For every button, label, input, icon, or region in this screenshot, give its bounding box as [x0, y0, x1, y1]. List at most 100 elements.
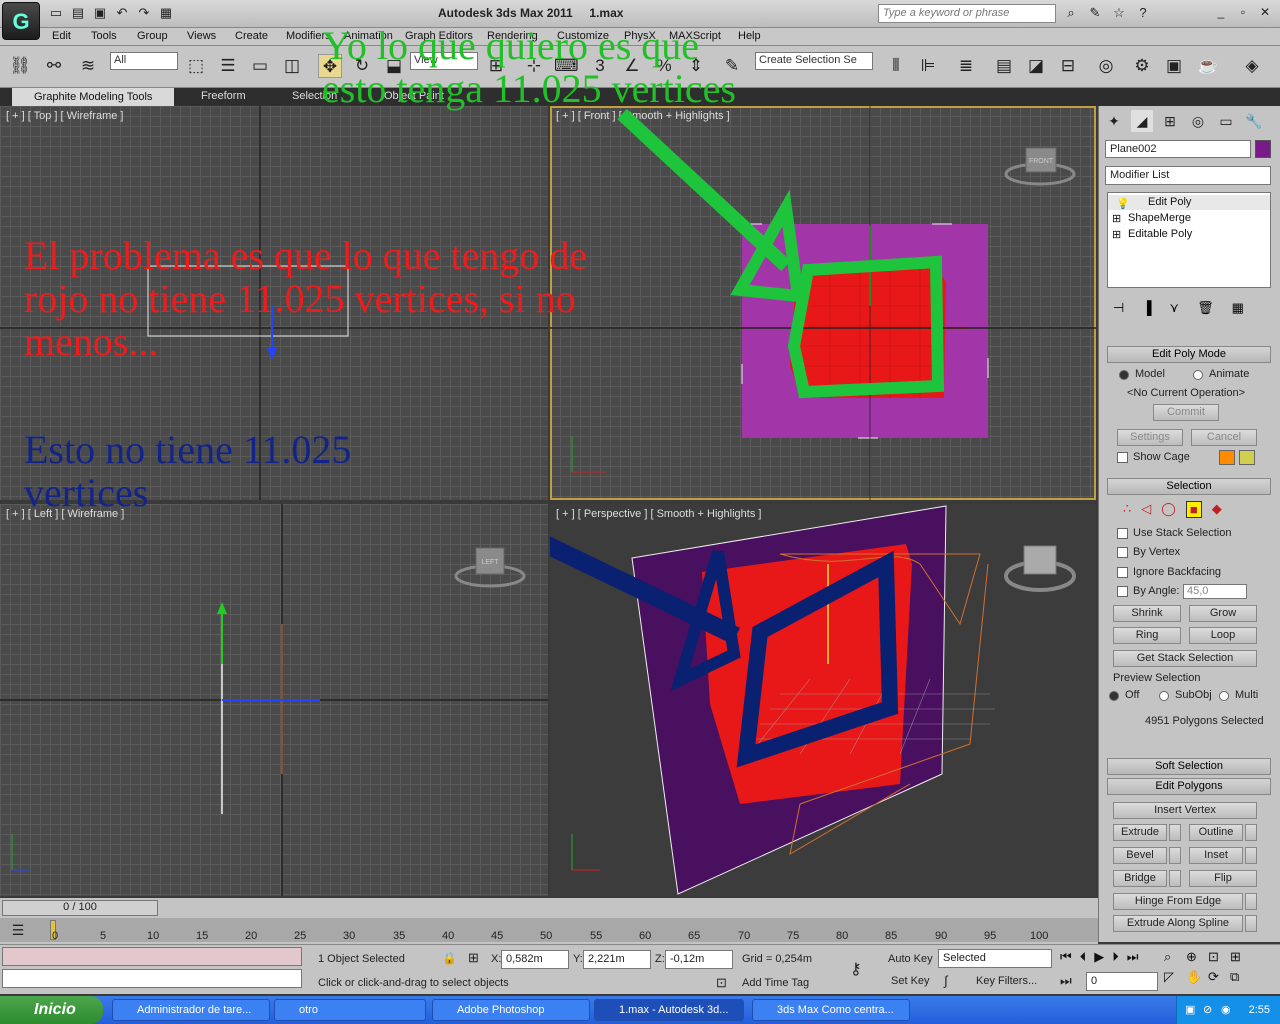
key-mode-dropdown[interactable]: Selected: [938, 949, 1052, 968]
set-key-icon[interactable]: ⚷: [850, 959, 862, 979]
help-icon[interactable]: ?: [1134, 4, 1152, 22]
auto-key-button[interactable]: Auto Key: [888, 953, 933, 965]
extrude-settings-button[interactable]: [1169, 824, 1181, 841]
new-file-icon[interactable]: ▭: [48, 5, 64, 21]
mirror-icon[interactable]: ⫴: [884, 54, 908, 78]
make-unique-icon[interactable]: ⋎: [1170, 300, 1180, 316]
physx-icon[interactable]: ◈: [1240, 54, 1264, 78]
select-object-icon[interactable]: ⬚: [184, 54, 208, 78]
modify-tab-icon[interactable]: ◢: [1131, 110, 1153, 132]
hinge-from-edge-button[interactable]: Hinge From Edge: [1113, 893, 1243, 910]
modifier-list-dropdown[interactable]: Modifier List: [1105, 166, 1271, 185]
rect-selection-icon[interactable]: ▭: [248, 54, 272, 78]
object-color-swatch[interactable]: [1255, 140, 1271, 158]
shrink-button[interactable]: Shrink: [1113, 605, 1181, 622]
soft-selection-rollout[interactable]: Soft Selection: [1107, 758, 1271, 775]
key-tangent-icon[interactable]: ∫: [944, 973, 948, 988]
edge-mode-icon[interactable]: ◁: [1141, 501, 1151, 518]
bind-spacewarp-icon[interactable]: ≋: [76, 54, 100, 78]
selection-rollout[interactable]: Selection: [1107, 478, 1271, 495]
outline-button[interactable]: Outline: [1189, 824, 1243, 841]
viewport-left[interactable]: [ + ] [ Left ] [ Wireframe ] LEFT: [0, 504, 548, 896]
angle-spinner[interactable]: 45,0: [1183, 584, 1247, 599]
redo-icon[interactable]: ↷: [136, 5, 152, 21]
orbit-icon[interactable]: ⟳: [1208, 969, 1230, 985]
preview-subobj-radio[interactable]: [1159, 691, 1169, 701]
settings-button[interactable]: Settings: [1117, 429, 1183, 446]
vertex-mode-icon[interactable]: ∴: [1123, 501, 1131, 518]
show-end-result-icon[interactable]: ▐: [1142, 300, 1151, 316]
flip-button[interactable]: Flip: [1189, 870, 1257, 887]
window-crossing-icon[interactable]: ◫: [280, 54, 304, 78]
track-bar[interactable]: ☰ 0 5 10 15 20 25 30 35 40 45 50 55 60 6…: [0, 918, 1098, 942]
configure-sets-icon[interactable]: ▦: [1232, 300, 1244, 316]
animate-radio[interactable]: [1193, 370, 1203, 380]
x-coordinate-field[interactable]: 0,582m: [501, 950, 569, 969]
close-button[interactable]: ✕: [1256, 4, 1274, 20]
search-input[interactable]: Type a keyword or phrase: [878, 4, 1056, 23]
star-icon[interactable]: ☆: [1110, 4, 1128, 22]
add-time-tag-button[interactable]: Add Time Tag: [742, 977, 809, 989]
lock-selection-icon[interactable]: 🔒: [442, 951, 457, 965]
task-task-manager[interactable]: Administrador de tare...: [112, 999, 270, 1021]
save-icon[interactable]: ▣: [92, 5, 108, 21]
by-vertex-checkbox[interactable]: [1117, 547, 1128, 558]
maxscript-listener-top[interactable]: [2, 947, 302, 966]
stack-item-shapemerge[interactable]: ShapeMerge: [1128, 212, 1191, 224]
network-icon[interactable]: ▣: [1185, 996, 1195, 1024]
show-cage-checkbox[interactable]: [1117, 452, 1128, 463]
bridge-settings-button[interactable]: [1169, 870, 1181, 887]
inset-button[interactable]: Inset: [1189, 847, 1243, 864]
y-coordinate-field[interactable]: 2,221m: [583, 950, 651, 969]
preview-off-radio[interactable]: [1109, 691, 1119, 701]
model-radio[interactable]: [1119, 370, 1129, 380]
viewport-perspective[interactable]: [ + ] [ Perspective ] [ Smooth + Highlig…: [550, 504, 1096, 896]
insert-vertex-button[interactable]: Insert Vertex: [1113, 802, 1257, 819]
task-otro-folder[interactable]: otro: [274, 999, 426, 1021]
stack-expand-icon[interactable]: ⊞: [1112, 228, 1121, 241]
menu-group[interactable]: Group: [137, 30, 168, 42]
bevel-settings-button[interactable]: [1169, 847, 1181, 864]
schematic-view-icon[interactable]: ⊟: [1056, 54, 1080, 78]
play-icon[interactable]: ▶: [1094, 949, 1104, 965]
preview-multi-radio[interactable]: [1219, 691, 1229, 701]
render-production-icon[interactable]: ☕: [1196, 54, 1220, 78]
stack-item-edit-poly[interactable]: Edit Poly: [1148, 196, 1191, 208]
render-setup-icon[interactable]: ⚙: [1130, 54, 1154, 78]
task-3ds-max[interactable]: 1.max - Autodesk 3d...: [594, 999, 744, 1021]
utilities-tab-icon[interactable]: 🔧: [1243, 110, 1265, 132]
next-frame-icon[interactable]: ⏵: [1112, 949, 1119, 965]
set-key-button[interactable]: Set Key: [891, 975, 930, 987]
pin-stack-icon[interactable]: ⊣: [1113, 300, 1124, 316]
unlink-icon[interactable]: ⚯: [42, 54, 66, 78]
bridge-button[interactable]: Bridge: [1113, 870, 1167, 887]
link-icon[interactable]: ⛓: [8, 54, 32, 78]
current-frame-field[interactable]: 0: [1086, 972, 1158, 991]
outline-settings-button[interactable]: [1245, 824, 1257, 841]
key-filters-button[interactable]: Key Filters...: [976, 975, 1037, 987]
security-icon[interactable]: ⊘: [1203, 996, 1212, 1024]
graphite-toggle-icon[interactable]: ▤: [992, 54, 1016, 78]
stack-item-editable-poly[interactable]: Editable Poly: [1128, 228, 1192, 240]
extrude-spline-settings-button[interactable]: [1245, 915, 1257, 932]
zoom-icon[interactable]: ⌕: [1164, 949, 1186, 965]
menu-create[interactable]: Create: [235, 30, 268, 42]
zoom-all-icon[interactable]: ⊕: [1186, 949, 1208, 965]
extrude-button[interactable]: Extrude: [1113, 824, 1167, 841]
task-browser[interactable]: 3ds Max Como centra...: [752, 999, 910, 1021]
grow-button[interactable]: Grow: [1189, 605, 1257, 622]
undo-icon[interactable]: ↶: [114, 5, 130, 21]
selection-filter-dropdown[interactable]: All: [110, 52, 178, 70]
project-folder-icon[interactable]: ▦: [158, 5, 174, 21]
loop-button[interactable]: Loop: [1189, 627, 1257, 644]
go-to-end-icon[interactable]: ⏭: [1127, 949, 1139, 965]
named-selection-dropdown[interactable]: Create Selection Se: [755, 52, 873, 70]
remove-modifier-icon[interactable]: 🗑: [1197, 300, 1214, 316]
material-editor-icon[interactable]: ◎: [1094, 54, 1118, 78]
binoculars-icon[interactable]: ⌕: [1062, 4, 1080, 22]
get-stack-selection-button[interactable]: Get Stack Selection: [1113, 650, 1257, 667]
absolute-mode-icon[interactable]: ⊞: [468, 950, 479, 966]
maximize-viewport-icon[interactable]: ⧉: [1230, 969, 1252, 985]
tools-icon[interactable]: ✎: [1086, 4, 1104, 22]
menu-views[interactable]: Views: [187, 30, 216, 42]
